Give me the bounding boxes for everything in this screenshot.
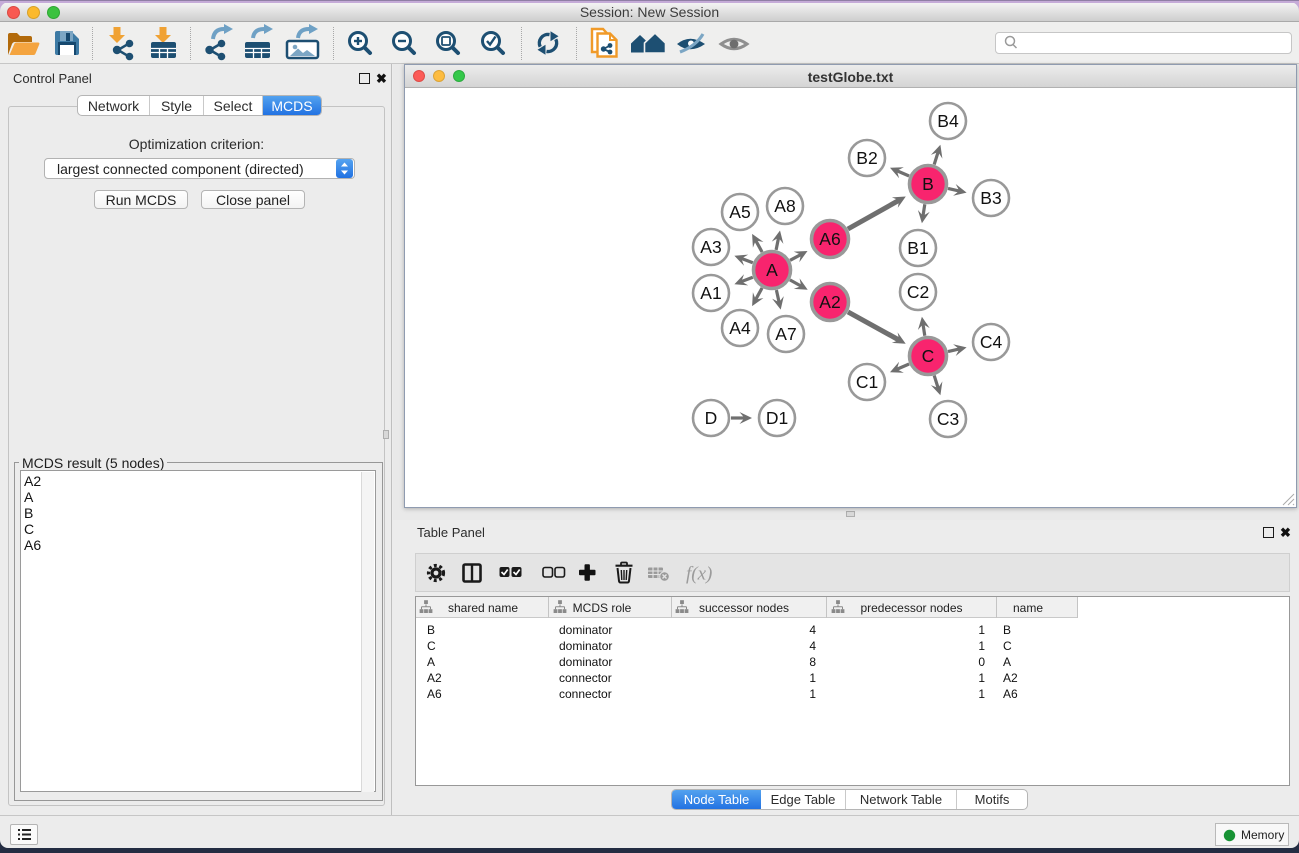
svg-text:A8: A8 xyxy=(774,196,795,216)
svg-text:A1: A1 xyxy=(700,283,721,303)
svg-text:f(x): f(x) xyxy=(686,564,712,585)
svg-text:D: D xyxy=(705,408,718,428)
svg-text:D1: D1 xyxy=(766,408,788,428)
svg-text:C3: C3 xyxy=(937,409,959,429)
svg-text:C1: C1 xyxy=(856,372,878,392)
svg-text:B1: B1 xyxy=(907,238,928,258)
svg-text:C4: C4 xyxy=(980,332,1003,352)
svg-text:A6: A6 xyxy=(819,229,840,249)
svg-text:B2: B2 xyxy=(856,148,877,168)
svg-text:A5: A5 xyxy=(729,202,750,222)
svg-text:B: B xyxy=(922,174,934,194)
svg-text:C: C xyxy=(922,346,935,366)
svg-text:A2: A2 xyxy=(819,292,840,312)
svg-text:A7: A7 xyxy=(775,324,796,344)
svg-text:A3: A3 xyxy=(700,237,721,257)
svg-text:B4: B4 xyxy=(937,111,959,131)
svg-text:C2: C2 xyxy=(907,282,929,302)
svg-text:B3: B3 xyxy=(980,188,1001,208)
svg-text:A: A xyxy=(766,260,778,280)
svg-text:A4: A4 xyxy=(729,318,751,338)
